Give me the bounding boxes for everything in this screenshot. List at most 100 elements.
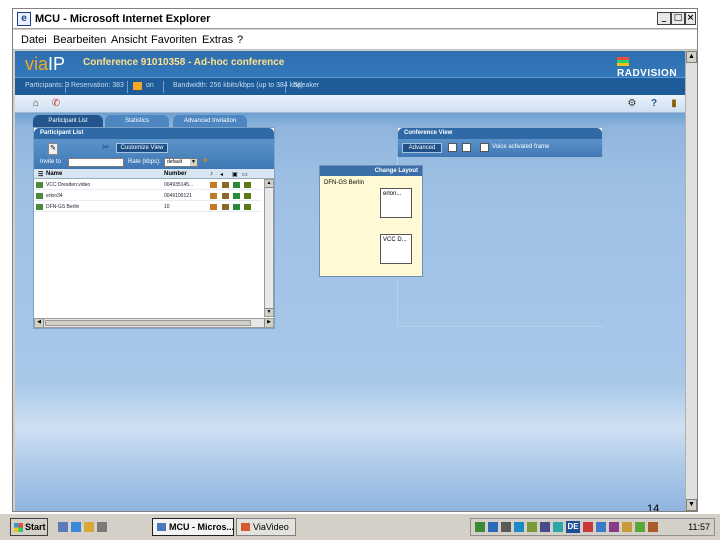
menu-bar: Datei Bearbeiten Ansicht Favoriten Extra… <box>13 30 697 50</box>
audio-icon[interactable] <box>210 193 217 199</box>
video-icon[interactable] <box>233 193 240 199</box>
tab-advanced-invitation[interactable]: Advanced Invitation <box>173 115 247 127</box>
participants-count: Participants: 3 <box>25 82 70 89</box>
quicklaunch-ie-icon[interactable] <box>71 522 81 532</box>
scroll-left-arrow[interactable]: ◀ <box>35 319 44 327</box>
participant-icon <box>36 182 43 188</box>
taskbar: Start MCU - Micros... ViaVideo DE 11:57 <box>0 513 720 540</box>
tray-power-icon[interactable] <box>527 522 537 532</box>
task-mcu-browser[interactable]: MCU - Micros... <box>152 518 234 536</box>
radvision-flag-icon <box>617 57 629 66</box>
scroll-right-arrow[interactable]: ▶ <box>264 319 273 327</box>
change-layout-header[interactable]: Change Layout <box>320 166 422 176</box>
tray-messenger-icon[interactable] <box>596 522 606 532</box>
invite-input[interactable] <box>68 158 124 167</box>
tray-update-icon[interactable] <box>622 522 632 532</box>
status-separator <box>65 81 66 93</box>
layout-frame-1[interactable]: erlon... <box>380 188 412 218</box>
column-number[interactable]: Number <box>164 171 187 177</box>
tab-participant-list[interactable]: Participant List <box>33 115 103 127</box>
ie-icon: e <box>17 12 31 26</box>
menu-view[interactable]: Ansicht <box>111 34 147 46</box>
menu-tools[interactable]: Extras <box>202 34 233 46</box>
menu-favorites[interactable]: Favoriten <box>151 34 197 46</box>
home-icon[interactable]: ⌂ <box>29 97 43 111</box>
tray-wireless-icon[interactable] <box>553 522 563 532</box>
menu-file[interactable]: Datei <box>21 34 47 46</box>
browser-window: e MCU - Microsoft Internet Explorer _ □ … <box>12 8 698 512</box>
task-viavideo[interactable]: ViaVideo <box>236 518 296 536</box>
speaker-icon[interactable] <box>222 182 229 188</box>
participant-icon <box>36 193 43 199</box>
disconnect-icon[interactable]: ✆ <box>49 97 63 111</box>
speaker-icon[interactable] <box>222 193 229 199</box>
logo-via: via <box>25 54 49 74</box>
tab-statistics[interactable]: Statistics <box>105 115 169 127</box>
dial-icon[interactable]: ✦ <box>202 156 212 167</box>
camera-icon[interactable] <box>244 193 251 199</box>
tray-sync-icon[interactable] <box>501 522 511 532</box>
quicklaunch-mail-icon[interactable] <box>84 522 94 532</box>
status-separator <box>127 81 128 93</box>
participant-vertical-scrollbar[interactable]: ▲ ▼ <box>264 179 274 317</box>
video-icon[interactable] <box>233 204 240 210</box>
participant-horizontal-scrollbar[interactable]: ◀ ▶ <box>34 318 274 328</box>
camera-icon[interactable] <box>244 182 251 188</box>
audio-icon[interactable] <box>210 182 217 188</box>
audio-icon[interactable] <box>210 204 217 210</box>
participant-icon <box>36 204 43 210</box>
column-status-icon: ▭ <box>242 172 248 178</box>
scroll-thumb[interactable] <box>45 320 251 326</box>
tray-bluetooth-icon[interactable] <box>514 522 524 532</box>
quicklaunch-media-icon[interactable] <box>97 522 107 532</box>
page-scroll-up-arrow[interactable]: ▲ <box>686 51 697 63</box>
close-button[interactable]: × <box>685 12 696 25</box>
tray-display-icon[interactable] <box>488 522 498 532</box>
customize-view-button[interactable]: Customize View <box>116 143 168 153</box>
camera-icon[interactable] <box>244 204 251 210</box>
rate-select[interactable]: default ▼ <box>164 158 198 167</box>
tray-volume-icon[interactable] <box>648 522 658 532</box>
menu-help[interactable]: ? <box>237 34 243 46</box>
column-name[interactable]: Name <box>46 171 62 177</box>
settings-icon[interactable]: ⚙ <box>625 97 639 111</box>
invite-icon[interactable]: ✎ <box>48 143 58 155</box>
tray-network-icon[interactable] <box>475 522 485 532</box>
advanced-button[interactable]: Advanced <box>402 143 442 153</box>
tray-security-icon[interactable] <box>583 522 593 532</box>
participant-number: 10 <box>164 204 170 210</box>
table-row[interactable]: VCC Dresden:video 004935145... <box>34 180 262 190</box>
layout-3-icon[interactable] <box>480 143 489 152</box>
participant-table-header: ☰ Name Number ♪ ◂ ▣ ▭ <box>34 169 274 179</box>
tray-audio-icon[interactable] <box>609 522 619 532</box>
table-row[interactable]: erlon34 0049100121 <box>34 191 262 201</box>
help-icon[interactable]: ? <box>647 97 661 111</box>
table-row[interactable]: DFN-GS Berlin 10 <box>34 202 262 212</box>
tray-antivirus-icon[interactable] <box>635 522 645 532</box>
voice-activated-label: Voice activated frame <box>492 144 550 150</box>
page-vertical-scrollbar[interactable]: ▲ ▼ <box>685 51 697 511</box>
minimize-button[interactable]: _ <box>657 12 671 25</box>
layout-2-icon[interactable] <box>462 143 471 152</box>
menu-edit[interactable]: Bearbeiten <box>53 34 106 46</box>
layout-frame-2[interactable]: VCC D... <box>380 234 412 264</box>
windows-logo-icon <box>14 523 23 532</box>
maximize-button[interactable]: □ <box>671 12 685 25</box>
video-icon[interactable] <box>233 182 240 188</box>
tray-usb-icon[interactable] <box>540 522 550 532</box>
column-audio-icon: ♪ <box>210 171 213 177</box>
quicklaunch-desktop-icon[interactable] <box>58 522 68 532</box>
conference-panel-header: Conference View <box>398 128 602 139</box>
scroll-up-arrow[interactable]: ▲ <box>265 180 273 188</box>
exit-icon[interactable]: ▮ <box>667 97 681 111</box>
viavideo-task-icon <box>241 523 250 531</box>
tray-language[interactable]: DE <box>566 521 580 533</box>
start-button[interactable]: Start <box>10 518 48 536</box>
rate-label: Rate (kbps): <box>128 159 161 165</box>
scroll-down-arrow[interactable]: ▼ <box>265 308 273 316</box>
layout-frame-1-label: erlon... <box>383 191 402 197</box>
app-toolbar: ⌂ ✆ ⚙ ? ▮ <box>15 95 685 113</box>
layout-1-icon[interactable] <box>448 143 457 152</box>
speaker-icon[interactable] <box>222 204 229 210</box>
page-scroll-down-arrow[interactable]: ▼ <box>686 499 697 511</box>
